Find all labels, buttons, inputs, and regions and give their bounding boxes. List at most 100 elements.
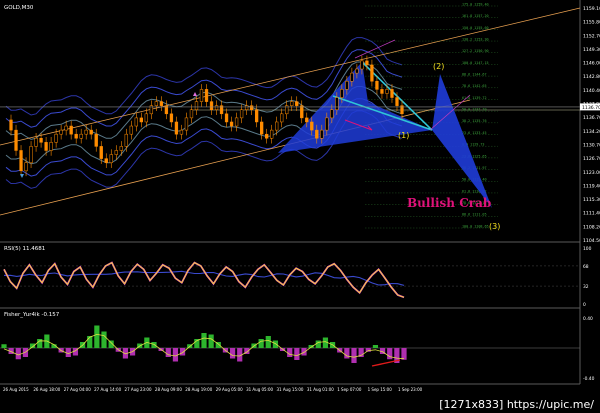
fisher-bar (229, 348, 236, 359)
candle-body (124, 133, 128, 147)
candle-body (224, 113, 229, 123)
fib-level-label: 138.2 1153.30 (462, 37, 489, 41)
fib-level-label: 150.0 1155.60 (462, 26, 489, 30)
candle-body (69, 125, 73, 135)
candle-body (375, 80, 379, 90)
rsi-tick-label: 100 (583, 246, 592, 252)
candle-body (29, 146, 33, 163)
candle-body (265, 133, 269, 139)
fisher-bar (294, 348, 300, 360)
fib-level-label: 175.0 1159.40 (462, 2, 489, 6)
candle-body (99, 146, 103, 159)
pattern-point-3-label: (3) (489, 222, 500, 231)
fisher-bar (401, 348, 407, 360)
fisher-bar (287, 348, 293, 357)
time-tick-label: 26 Aug 18:00 (33, 387, 60, 392)
candle-body (79, 133, 83, 139)
fisher-bar (15, 348, 21, 360)
rsi-tick-label: 32 (583, 284, 589, 290)
candle-body (144, 113, 149, 123)
rsi-indicator-label: RSI(5) 11.4681 (4, 246, 45, 252)
fib-level-label: 38.2 1135.76 (462, 119, 487, 123)
candle-body (129, 125, 133, 135)
candle-body (179, 129, 184, 135)
candle-body (310, 121, 314, 131)
time-tick-label: 29 Aug 05:00 (216, 387, 243, 392)
candle-body (395, 97, 399, 106)
price-tick-label: 1152.70 (583, 33, 600, 39)
candle-body (275, 121, 279, 131)
fisher-bar (301, 348, 307, 356)
candle-body (229, 121, 234, 127)
pattern-name-label: Bullish Crab (407, 196, 491, 210)
fib-level-label: 127.2 1150.90 (462, 49, 489, 53)
fisher-bar (87, 336, 93, 348)
candle-body (154, 101, 159, 106)
fisher-indicator-label: Fisher_Yur4ik -0.157 (4, 312, 60, 318)
candle-body (254, 109, 259, 123)
fisher-bar (1, 344, 7, 348)
candle-body (14, 129, 18, 151)
price-tick-label: 1146.00 (583, 61, 600, 67)
candle-body (325, 117, 329, 131)
symbol-title: GOLD,M30 (4, 5, 34, 11)
time-tick-label: 31 Aug 01:00 (307, 387, 334, 392)
fisher-bar (265, 336, 271, 348)
fisher-tick-label: -0.40 (583, 376, 595, 382)
candle-body (104, 158, 108, 163)
candle-body (340, 89, 344, 98)
candle-body (204, 89, 209, 102)
candle-body (335, 97, 339, 110)
candle-body (24, 162, 28, 172)
fib-level-label: 88.6 1111.05 (462, 213, 487, 217)
candle-body (209, 101, 214, 110)
candle-body (44, 142, 48, 151)
fisher-bar (208, 334, 214, 348)
fisher-bar (151, 342, 157, 348)
time-tick-label: 1 Sep 07:00 (337, 387, 362, 392)
candle-body (370, 64, 374, 82)
price-tick-label: 1130.70 (583, 142, 600, 148)
trading-chart[interactable]: 175.0 1159.40 161.8 1157.20 150.0 1155.60 1… (0, 0, 600, 413)
candle-body (54, 133, 58, 143)
candle-body (355, 68, 359, 74)
fisher-bar (179, 348, 186, 356)
fib-level-label: 23.6 1133.45 (462, 131, 487, 135)
candle-body (109, 154, 113, 163)
candle-body (114, 150, 118, 155)
candle-body (350, 72, 354, 82)
price-tick-label: 1104.50 (583, 238, 600, 244)
price-tick-label: 1108.20 (583, 224, 600, 230)
time-tick-label: 26 Aug 2015 (3, 387, 29, 392)
candle-body (290, 101, 294, 106)
price-tick-label: 1134.20 (583, 129, 600, 135)
price-tick-label: 1136.70 (583, 115, 600, 121)
time-tick-label: 1 Sep 23:00 (398, 387, 423, 392)
fib-level-label: 61.8 1139.72 (462, 96, 487, 100)
candle-body (244, 105, 249, 110)
candle-body (365, 60, 369, 66)
price-tick-label: 1123.00 (583, 170, 600, 176)
fisher-bar (258, 339, 264, 348)
time-tick-label: 28 Aug 19:00 (185, 387, 212, 392)
candle-body (320, 129, 324, 139)
candle-body (360, 60, 364, 70)
candle-body (214, 105, 219, 110)
pattern-point-2-label: (2) (433, 62, 444, 71)
candle-body (249, 105, 254, 110)
candle-body (194, 101, 199, 110)
pattern-point-1-label: (1) (398, 131, 409, 140)
candle-body (189, 109, 194, 119)
candle-body (89, 129, 93, 135)
fisher-bar (94, 325, 100, 348)
fisher-bar (37, 339, 43, 348)
fisher-bar (351, 348, 357, 363)
candle-body (34, 138, 38, 147)
candle-body (74, 133, 78, 139)
candle-body (59, 129, 63, 135)
candle-body (84, 129, 88, 135)
fisher-bar (272, 340, 279, 348)
fib-level-label: 100.0 1147.15 (462, 61, 489, 65)
watermark-label: [1271x833] https://upic.me/ (437, 398, 596, 411)
time-tick-label: 27 Aug 23:00 (125, 387, 152, 392)
